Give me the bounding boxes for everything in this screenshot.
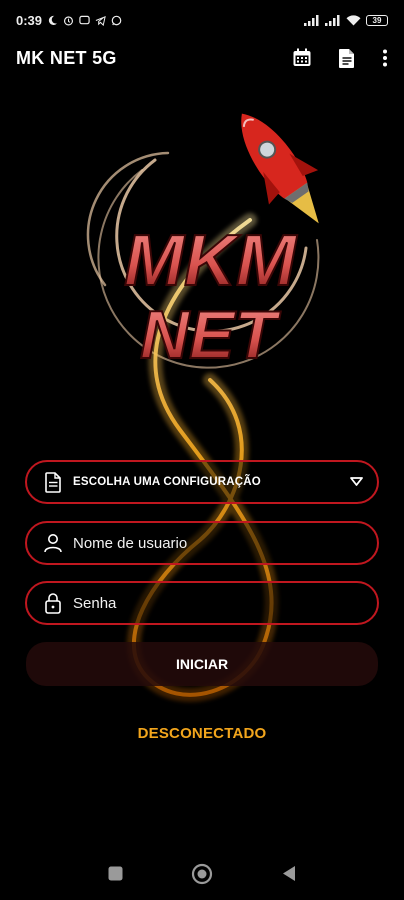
moon-icon <box>48 15 58 25</box>
message-icon <box>79 15 90 24</box>
config-select[interactable]: ESCOLHA UMA CONFIGURAÇÃO <box>25 460 379 504</box>
calendar-icon[interactable] <box>292 48 312 68</box>
chevron-down-icon <box>350 473 363 491</box>
alarm-icon <box>63 15 74 25</box>
whatsapp-icon <box>111 15 122 25</box>
user-icon <box>42 532 64 554</box>
status-left: 0:39 <box>16 13 122 28</box>
document-icon <box>42 471 64 493</box>
document-icon[interactable] <box>338 48 356 69</box>
system-nav-bar <box>0 852 404 900</box>
app-actions <box>292 48 388 69</box>
password-field[interactable] <box>25 581 379 625</box>
logo-text-line2: NET <box>140 297 281 373</box>
status-bar: 0:39 39 <box>0 0 404 40</box>
username-field[interactable] <box>25 521 379 565</box>
home-button[interactable] <box>191 863 213 890</box>
recents-button[interactable] <box>108 866 123 886</box>
signal-4g-icon <box>325 14 340 26</box>
clock: 0:39 <box>16 12 43 28</box>
back-button[interactable] <box>281 865 297 887</box>
connection-status: DESCONECTADO <box>137 725 267 742</box>
app-bar: MK NET 5G <box>0 38 404 78</box>
more-vert-icon[interactable] <box>382 48 388 68</box>
telegram-icon <box>95 15 106 26</box>
lock-icon <box>42 592 64 614</box>
battery-icon: 39 <box>366 14 388 26</box>
logo-text-line1: MKM <box>124 221 298 301</box>
status-right: 39 <box>304 14 388 26</box>
start-button[interactable]: INICIAR <box>26 642 378 686</box>
password-input[interactable] <box>73 594 363 612</box>
signal-icon <box>304 14 319 26</box>
config-select-value: ESCOLHA UMA CONFIGURAÇÃO <box>73 476 261 488</box>
rocket-icon <box>241 113 319 224</box>
app-title: MK NET 5G <box>16 47 117 68</box>
username-input[interactable] <box>73 534 363 552</box>
wifi-icon <box>346 14 361 25</box>
